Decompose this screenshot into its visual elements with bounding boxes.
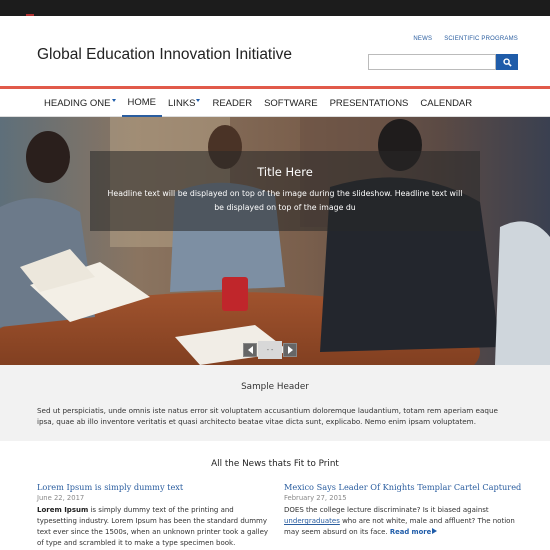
nav-item-label: READER [212, 97, 253, 109]
slideshow-controls: - - [243, 341, 297, 359]
news-date: February 27, 2015 [284, 494, 347, 502]
nav-item-presentations[interactable]: PRESENTATIONS [324, 89, 415, 117]
slide-prev-button[interactable] [243, 343, 257, 357]
news-section-title: All the News thats Fit to Print [211, 459, 339, 469]
slide-title: Title Here [257, 165, 313, 179]
sample-text: Sed ut perspiciatis, unde omnis iste nat… [37, 406, 498, 426]
sample-section: Sample Header Sed ut perspiciatis, unde … [0, 365, 550, 441]
news-headline[interactable]: Lorem Ipsum is simply dummy text [37, 482, 269, 492]
slide-next-button[interactable] [283, 343, 297, 357]
news-body: DOES the college lecture discriminate? I… [284, 505, 520, 538]
nav-item-label: PRESENTATIONS [329, 97, 409, 109]
news-item: Mexico Says Leader Of Knights Templar Ca… [284, 482, 521, 538]
slide-pager[interactable]: - - [258, 341, 282, 359]
main-nav: HEADING ONE HOME LINKS READER SOFTWARE P… [0, 89, 550, 117]
site-title[interactable]: Global Education Innovation Initiative [37, 46, 292, 64]
sample-header: Sample Header [241, 382, 309, 392]
search-icon [502, 57, 512, 67]
read-more-link[interactable]: Read more [389, 528, 438, 536]
slide-text: Headline text will be displayed on top o… [107, 189, 463, 212]
scientific-programs-link[interactable]: SCIENTIFIC PROGRAMS [444, 36, 518, 42]
utility-links: NEWS SCIENTIFIC PROGRAMS [413, 36, 518, 42]
news-date: June 22, 2017 [37, 494, 85, 502]
news-lead: Lorem Ipsum [37, 506, 89, 514]
nav-item-calendar[interactable]: CALENDAR [414, 89, 478, 117]
nav-item-label: CALENDAR [420, 97, 473, 109]
slide-caption: Title Here Headline text will be display… [90, 151, 480, 231]
top-bar [0, 0, 550, 16]
caret-down-icon [111, 98, 116, 102]
nav-item-heading-one[interactable]: HEADING ONE [38, 89, 122, 117]
news-item: Lorem Ipsum is simply dummy text June 22… [37, 482, 269, 549]
news-body: Lorem Ipsum is simply dummy text of the … [37, 505, 269, 549]
nav-item-links[interactable]: LINKS [162, 89, 206, 117]
hero-slideshow: Title Here Headline text will be display… [0, 117, 550, 365]
news-inline-link[interactable]: undergraduates [284, 517, 340, 525]
nav-item-label: HOME [127, 96, 157, 108]
nav-item-reader[interactable]: READER [206, 89, 258, 117]
caret-right-icon [432, 528, 438, 534]
nav-item-home[interactable]: HOME [121, 89, 163, 117]
news-headline[interactable]: Mexico Says Leader Of Knights Templar Ca… [284, 482, 521, 492]
search-input[interactable] [368, 54, 496, 70]
search-button[interactable] [496, 54, 518, 70]
news-link[interactable]: NEWS [413, 36, 432, 42]
chevron-right-icon [287, 346, 293, 354]
nav-item-label: SOFTWARE [264, 97, 318, 109]
nav-item-label: LINKS [168, 97, 196, 109]
nav-item-label: HEADING ONE [44, 97, 111, 109]
news-body-text: DOES the college lecture discriminate? I… [284, 506, 489, 514]
read-more-label: Read more [389, 528, 432, 536]
caret-down-icon [196, 98, 201, 102]
site-header: Global Education Innovation Initiative N… [0, 16, 550, 86]
chevron-left-icon [247, 346, 253, 354]
nav-item-software[interactable]: SOFTWARE [258, 89, 323, 117]
